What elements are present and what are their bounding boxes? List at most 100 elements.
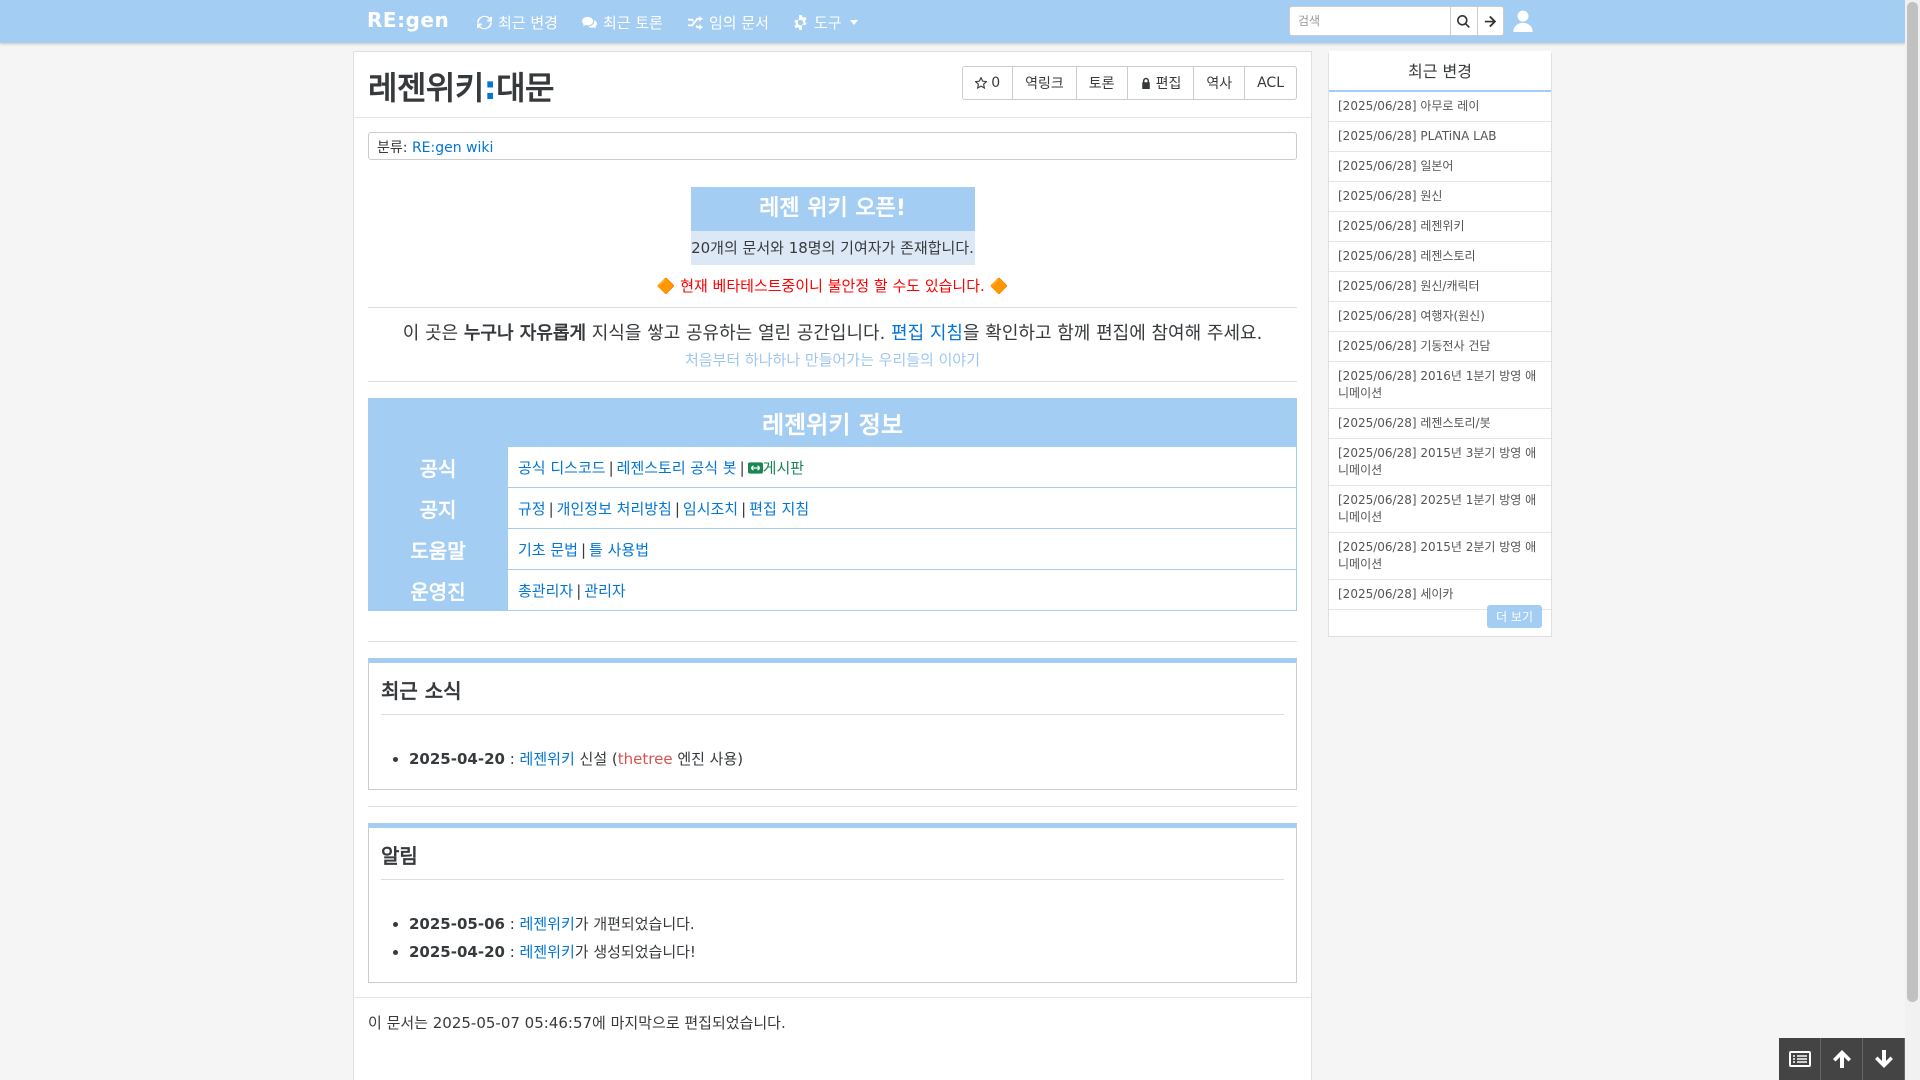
edit-label: 편집 <box>1155 76 1182 92</box>
temp-action-link[interactable]: 임시조치 <box>683 500 738 518</box>
row-head-help: 도움말 <box>368 528 508 570</box>
separator: | <box>739 458 745 477</box>
row-head-official: 공식 <box>368 446 508 488</box>
regen-wiki-link[interactable]: 레젠위키 <box>520 915 575 933</box>
document-toolbar: 0 역링크 토론 편집 역사 ACL <box>962 66 1297 100</box>
list-item[interactable]: [2025/06/28] 원신 <box>1329 182 1551 212</box>
user-menu[interactable] <box>1513 10 1535 32</box>
notice-date: 2025-04-20 <box>409 943 505 961</box>
list-item[interactable]: [2025/06/28] 2015년 2분기 방영 애니메이션 <box>1329 533 1551 580</box>
category-box: 분류: RE:gen wiki <box>368 132 1297 160</box>
rules-link[interactable]: 규정 <box>518 500 546 518</box>
admin-link[interactable]: 관리자 <box>584 582 625 600</box>
privacy-link[interactable]: 개인정보 처리방침 <box>557 500 672 518</box>
table-row: 공식 공식 디스코드 | 레젠스토리 공식 봇 | 게시판 <box>368 446 1297 488</box>
intro-post: 을 확인하고 함께 편집에 참여해 주세요. <box>963 323 1263 344</box>
search-input[interactable] <box>1289 6 1451 36</box>
row-head-notice: 공지 <box>368 487 508 529</box>
category-link[interactable]: RE:gen wiki <box>412 140 493 156</box>
divider <box>368 381 1297 382</box>
go-button[interactable] <box>1477 6 1504 36</box>
basic-syntax-link[interactable]: 기초 문법 <box>518 541 578 559</box>
acl-button[interactable]: ACL <box>1244 66 1297 100</box>
main-content: 레젠위키:대문 0 역링크 토론 편집 역사 ACL 분류: RE:gen wi… <box>353 51 1312 1080</box>
nav-random-document[interactable]: 임의 문서 <box>688 12 769 33</box>
bot-link[interactable]: 레젠스토리 공식 봇 <box>617 459 737 477</box>
regen-wiki-link[interactable]: 레젠위키 <box>520 943 575 961</box>
scroll-top-button[interactable] <box>1821 1038 1863 1080</box>
brand-logo[interactable]: RE:gen <box>367 8 449 32</box>
navbar: RE:gen 최근 변경 최근 토론 임의 문서 도구 <box>0 0 1905 43</box>
template-usage-link[interactable]: 틀 사용법 <box>589 541 649 559</box>
intro-mid: 지식을 쌓고 공유하는 열린 공간입니다. <box>586 323 892 344</box>
notice-sep: : <box>504 943 520 961</box>
backlink-button[interactable]: 역링크 <box>1012 66 1077 100</box>
info-table-caption: 레젠위키 정보 <box>368 398 1297 447</box>
owner-link[interactable]: 총관리자 <box>518 582 573 600</box>
wiki-body: 분류: RE:gen wiki 레젠 위키 오픈! 20개의 문서와 18명의 … <box>354 118 1311 1047</box>
list-item[interactable]: [2025/06/28] 아무로 레이 <box>1329 92 1551 122</box>
list-item[interactable]: [2025/06/28] 레젠스토리 <box>1329 242 1551 272</box>
list-item[interactable]: [2025/06/28] 기동전사 건담 <box>1329 332 1551 362</box>
nav-recent-changes[interactable]: 최근 변경 <box>477 12 558 33</box>
discord-link[interactable]: 공식 디스코드 <box>518 459 606 477</box>
list-item[interactable]: [2025/06/28] 2015년 3분기 방영 애니메이션 <box>1329 439 1551 486</box>
more-button[interactable]: 더 보기 <box>1487 605 1542 628</box>
external-link-icon <box>747 461 763 474</box>
list-item[interactable]: [2025/06/28] 레젠스토리/봇 <box>1329 409 1551 439</box>
comments-icon <box>582 16 597 29</box>
list-item[interactable]: [2025/06/28] 2016년 1분기 방영 애니메이션 <box>1329 362 1551 409</box>
thetree-link[interactable]: thetree <box>618 750 673 768</box>
search-button[interactable] <box>1451 6 1478 36</box>
list-item[interactable]: [2025/06/28] 레젠위키 <box>1329 212 1551 242</box>
arrow-up-icon <box>1832 1050 1851 1068</box>
page-title-colon: : <box>483 69 497 107</box>
row-body-official: 공식 디스코드 | 레젠스토리 공식 봇 | 게시판 <box>507 446 1297 488</box>
discuss-button[interactable]: 토론 <box>1075 66 1128 100</box>
notice-section: 알림 2025-05-06 : 레젠위키가 개편되었습니다. 2025-04-2… <box>368 823 1297 983</box>
beta-notice: 🔶 현재 베타테스트중이니 불안정 할 수도 있습니다. 🔶 <box>368 275 1297 296</box>
regen-wiki-link[interactable]: 레젠위키 <box>520 750 575 768</box>
list-item[interactable]: [2025/06/28] PLATiNA LAB <box>1329 122 1551 152</box>
news-text: 신설 ( <box>574 750 618 768</box>
nav-tools-label: 도구 <box>814 14 842 32</box>
edit-guideline-link-2[interactable]: 편집 지침 <box>749 500 809 518</box>
scrollbar-thumb[interactable] <box>1907 2 1918 1002</box>
scrollbar[interactable] <box>1905 0 1920 1080</box>
toc-button[interactable] <box>1779 1038 1821 1080</box>
page-title-namespace[interactable]: 레젠위키 <box>368 69 484 107</box>
edit-button[interactable]: 편집 <box>1126 66 1195 100</box>
list-item[interactable]: [2025/06/28] 일본어 <box>1329 152 1551 182</box>
nav-recent-discuss[interactable]: 최근 토론 <box>582 12 663 33</box>
intro-pre: 이 곳은 <box>402 323 464 344</box>
category-label: 분류: <box>377 140 408 156</box>
scroll-bottom-button[interactable] <box>1863 1038 1905 1080</box>
random-icon <box>688 15 703 30</box>
intro-text: 이 곳은 누구나 자유롭게 지식을 쌓고 공유하는 열린 공간입니다. 편집 지… <box>368 319 1297 345</box>
notice-list: 2025-05-06 : 레젠위키가 개편되었습니다. 2025-04-20 :… <box>381 910 1284 966</box>
search-icon <box>1457 14 1471 28</box>
board-link[interactable]: 게시판 <box>747 459 804 477</box>
star-icon <box>975 77 988 89</box>
row-head-staff: 운영진 <box>368 569 508 611</box>
diamond-icon: 🔶 <box>656 277 676 295</box>
sidebar-title: 최근 변경 <box>1329 54 1551 92</box>
list-item: 2025-05-06 : 레젠위키가 개편되었습니다. <box>409 910 1284 938</box>
chevron-down-icon <box>849 20 858 25</box>
list-item[interactable]: [2025/06/28] 2025년 1분기 방영 애니메이션 <box>1329 486 1551 533</box>
table-row: 운영진 총관리자 | 관리자 <box>368 569 1297 611</box>
list-item[interactable]: [2025/06/28] 원신/캐릭터 <box>1329 272 1551 302</box>
star-count: 0 <box>991 75 1001 91</box>
nav-tools-dropdown[interactable]: 도구 <box>793 12 858 33</box>
nav-recent-changes-label: 최근 변경 <box>498 14 558 32</box>
intro-subtitle: 처음부터 하나하나 만들어가는 우리들의 이야기 <box>684 351 981 369</box>
recent-changes-sidebar: 최근 변경 [2025/06/28] 아무로 레이 [2025/06/28] P… <box>1328 51 1552 637</box>
list-item[interactable]: [2025/06/28] 여행자(원신) <box>1329 302 1551 332</box>
open-banner-title: 레젠 위키 오픈! <box>690 187 975 231</box>
open-banner: 레젠 위키 오픈! 20개의 문서와 18명의 기여자가 존재합니다. <box>690 187 975 265</box>
star-button[interactable]: 0 <box>962 66 1014 100</box>
history-button[interactable]: 역사 <box>1193 66 1246 100</box>
row-body-help: 기초 문법 | 틀 사용법 <box>507 528 1297 570</box>
divider <box>368 641 1297 642</box>
edit-guideline-link[interactable]: 편집 지침 <box>891 323 963 344</box>
